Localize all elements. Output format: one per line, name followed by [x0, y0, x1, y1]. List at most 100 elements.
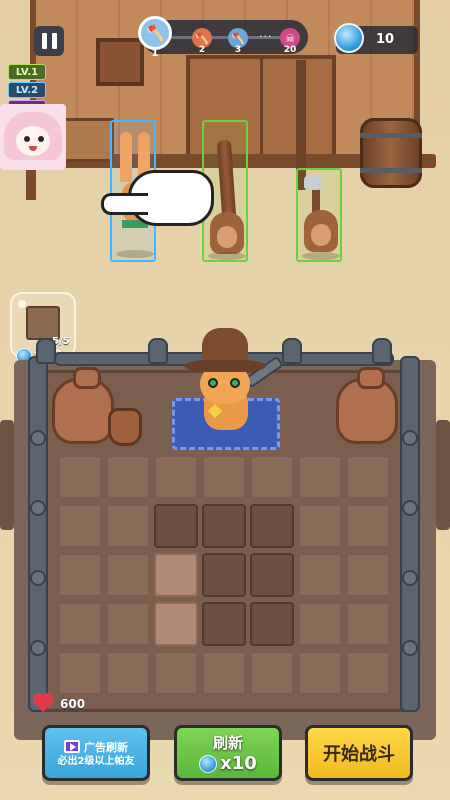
placement-grid	[58, 455, 390, 697]
grid-cell[interactable]	[106, 553, 150, 597]
grid-cell[interactable]	[58, 553, 102, 597]
money-sack	[52, 367, 114, 444]
grid-cell-active[interactable]	[202, 553, 246, 597]
axe-head	[304, 176, 322, 190]
grid-cell-active[interactable]	[202, 504, 246, 548]
unit-shadow	[302, 252, 340, 260]
barrel	[360, 118, 422, 188]
grid-cell[interactable]	[106, 602, 150, 646]
grid-cell[interactable]	[250, 455, 294, 499]
grid-cell[interactable]	[250, 651, 294, 695]
grid-cell-active[interactable]	[250, 504, 294, 548]
fox-ear	[120, 132, 132, 182]
grid-cell[interactable]	[58, 504, 102, 548]
cat-eye	[208, 378, 218, 388]
fence-post	[148, 338, 168, 364]
refresh-label: 刷新	[212, 734, 243, 752]
grid-cell[interactable]	[298, 504, 342, 548]
grid-cell[interactable]	[298, 651, 342, 695]
gem-counter: 10	[334, 23, 418, 54]
grid-cell[interactable]	[106, 455, 150, 499]
wave-node-number: 3	[234, 45, 242, 55]
fence-bolt	[30, 640, 46, 656]
grid-cell[interactable]	[58, 455, 102, 499]
wooden-crate	[62, 118, 114, 162]
wave-progress-bar: 🪓 1 🪓 2 🪓 3 ··· ☠ 20	[138, 16, 308, 59]
grid-cell-active[interactable]	[250, 553, 294, 597]
refresh-cost: x10	[220, 753, 257, 774]
ad-refresh-title: 广告刷新	[84, 740, 128, 754]
grid-cell[interactable]	[346, 504, 390, 548]
beaver-belly	[311, 224, 331, 246]
fence-bolt	[402, 640, 418, 656]
grid-cell[interactable]	[298, 602, 342, 646]
axe-icon: 🪓	[145, 24, 165, 42]
bench-slot-crate	[26, 306, 60, 340]
right-fence-rail	[400, 356, 420, 712]
current-wave-number: 1	[151, 48, 159, 59]
grid-cell[interactable]	[202, 651, 246, 695]
fence-post	[282, 338, 302, 364]
grid-cell[interactable]	[346, 651, 390, 695]
wave-node-number: 2	[198, 45, 206, 55]
start-battle-button[interactable]: 开始战斗	[305, 725, 413, 781]
health-value: 600	[60, 697, 86, 711]
fence-bolt	[30, 570, 46, 586]
cowboy-cat-hero[interactable]	[184, 328, 266, 434]
skull-icon: ☠	[285, 31, 295, 45]
fence-post	[372, 338, 392, 364]
beaver-belly	[217, 226, 237, 248]
grid-cell[interactable]	[298, 455, 342, 499]
pause-icon	[41, 33, 47, 49]
unit-shadow	[208, 252, 246, 260]
grid-cell[interactable]	[202, 455, 246, 499]
grid-cell[interactable]	[346, 455, 390, 499]
unit-shadow	[116, 250, 154, 258]
fence-bolt	[402, 500, 418, 516]
grid-cell[interactable]	[346, 553, 390, 597]
wave-node-3: 🪓 3	[228, 28, 248, 55]
hat-crown	[202, 328, 248, 362]
grid-cell-active[interactable]	[250, 602, 294, 646]
fence-post	[36, 338, 56, 364]
tutorial-hand-pointer-icon	[101, 170, 214, 226]
grid-cell[interactable]	[346, 602, 390, 646]
heart-icon	[32, 694, 54, 714]
beaver-axeman-unit[interactable]	[296, 168, 342, 262]
grid-cell[interactable]	[154, 651, 198, 695]
refresh-button[interactable]: 刷新 x10	[174, 725, 282, 781]
axe-icon: 🪓	[195, 31, 209, 45]
current-wave-node: 🪓 1	[138, 16, 172, 59]
player-health: 600	[32, 694, 85, 714]
wave-node-boss: ☠ 20	[280, 28, 300, 55]
left-wall-stub	[0, 420, 14, 530]
gem-icon	[199, 754, 218, 773]
axe-icon: 🪓	[231, 31, 245, 45]
grid-cell-highlight[interactable]	[154, 553, 198, 597]
gem-icon	[334, 23, 364, 53]
grid-cell-active[interactable]	[202, 602, 246, 646]
grid-cell-active[interactable]	[154, 504, 198, 548]
grid-cell-highlight[interactable]	[154, 602, 198, 646]
grid-cell[interactable]	[154, 455, 198, 499]
grid-cell[interactable]	[298, 553, 342, 597]
companion-avatar[interactable]	[0, 104, 66, 170]
fence-bolt	[402, 430, 418, 446]
level-badge-2: LV.2	[8, 82, 46, 98]
right-wall-stub	[436, 420, 450, 530]
grid-cell[interactable]	[106, 651, 150, 695]
video-ad-icon	[64, 740, 80, 753]
left-fence-rail	[28, 356, 48, 712]
grid-cell[interactable]	[106, 504, 150, 548]
bench-slot-indicator	[18, 300, 26, 308]
saloon-window	[96, 38, 144, 86]
ad-refresh-button[interactable]: 广告刷新 必出2级以上帕友	[42, 725, 150, 781]
wave-node-number: 20	[283, 45, 297, 55]
grid-cell[interactable]	[58, 651, 102, 695]
grid-cell[interactable]	[58, 602, 102, 646]
wave-ellipsis: ···	[259, 30, 273, 43]
pause-button[interactable]	[34, 26, 64, 56]
cowboy-hat-icon	[184, 328, 266, 372]
fence-bolt	[402, 570, 418, 586]
ad-refresh-subtitle: 必出2级以上帕友	[57, 755, 135, 767]
